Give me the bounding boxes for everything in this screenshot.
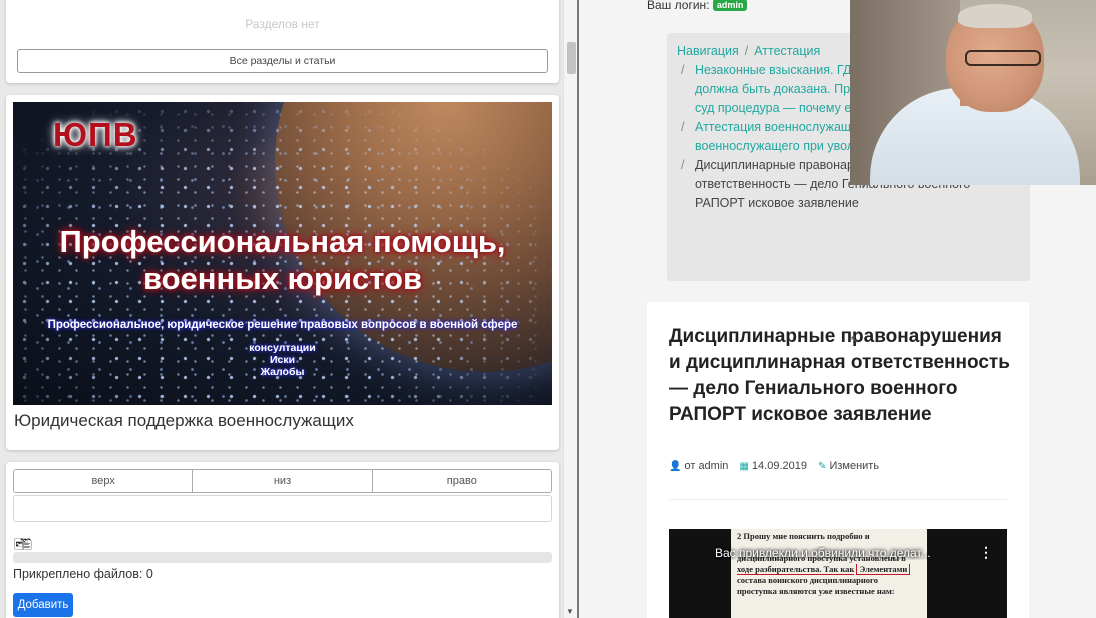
author-group: 👤 от admin	[669, 460, 731, 472]
breadcrumb-separator: /	[681, 158, 685, 172]
article-date: 14.09.2019	[751, 460, 807, 472]
video-title[interactable]: Вас привлекли и обвинили что делат...	[715, 546, 965, 560]
doc-line: 2 Прошу мне пояснить подробно и	[737, 531, 870, 541]
attached-files-count: Прикреплено файлов: 0	[13, 567, 153, 581]
banner-headline: Профессиональная помощь, военных юристов	[13, 223, 552, 297]
doc-line-group: ходе разбирательства. Так как Элементами	[737, 564, 921, 575]
doc-line: ходе разбирательства. Так как	[737, 564, 855, 575]
all-sections-button[interactable]: Все разделы и статьи	[17, 49, 548, 73]
webcam-person-glasses	[965, 50, 1041, 66]
tab-bottom[interactable]: низ	[193, 470, 373, 492]
position-tabs: верх низ право	[13, 469, 552, 493]
banner-headline-line1: Профессиональная помощь,	[59, 224, 506, 259]
breadcrumb-category-link[interactable]: Аттестация	[754, 44, 820, 58]
edit-icon: ✎	[818, 461, 827, 472]
login-label: Ваш логин:	[647, 0, 710, 12]
article-title: Дисциплинарные правонарушения и дисципли…	[669, 326, 1010, 425]
author-prefix: от	[684, 460, 696, 472]
calendar-icon: ▦	[739, 461, 749, 472]
author-name[interactable]: admin	[698, 460, 728, 472]
video-thumbnail-document: 2 Прошу мне пояснить подробно и дисципли…	[731, 529, 927, 618]
banner-list-item: Иски	[269, 354, 296, 366]
upload-text-input[interactable]	[13, 495, 552, 522]
user-icon: 👤	[669, 461, 682, 472]
doc-line-boxed: Элементами	[856, 564, 911, 575]
sections-card: Разделов нет Все разделы и статьи	[6, 0, 559, 83]
tab-top[interactable]: верх	[14, 470, 194, 492]
upload-card: верх низ право 🖻🖺 Прикреплено файлов: 0 …	[6, 462, 559, 618]
webcam-overlay	[850, 0, 1096, 185]
breadcrumb-root-link[interactable]: Навигация	[677, 44, 739, 58]
doc-line: состава воинского дисциплинарного	[737, 575, 878, 585]
breadcrumb-separator: /	[681, 63, 685, 77]
edit-link[interactable]: Изменить	[829, 460, 879, 472]
mouse-cursor-icon: ↖	[850, 334, 860, 346]
login-line: Ваш логин: admin	[647, 0, 748, 12]
scroll-down-arrow-icon[interactable]: ▼	[566, 607, 574, 616]
upload-progress-bar	[13, 552, 552, 563]
article-card: Дисциплинарные правонарушения и дисципли…	[647, 302, 1029, 618]
webcam-person-hair	[958, 4, 1032, 28]
banner-image[interactable]: ЮПВ Профессиональная помощь, военных юри…	[13, 102, 552, 405]
tab-right[interactable]: право	[372, 470, 551, 492]
login-user-badge: admin	[712, 0, 748, 11]
article-meta: 👤 от admin ▦ 14.09.2019 ✎ Изменить	[669, 460, 887, 472]
banner-logo: ЮПВ	[53, 116, 138, 153]
video-embed[interactable]: 2 Прошу мне пояснить подробно и дисципли…	[669, 529, 1007, 618]
banner-caption[interactable]: Юридическая поддержка военнослужащих	[14, 411, 354, 431]
meta-divider	[669, 499, 1007, 500]
banner-list-item: Жалобы	[260, 366, 305, 378]
breadcrumb-separator: /	[681, 120, 685, 134]
edit-group[interactable]: ✎ Изменить	[818, 460, 879, 472]
scrollbar-thumb[interactable]	[567, 42, 576, 74]
left-scrollbar[interactable]: ▼	[563, 0, 577, 618]
banner-list-item: консултации	[249, 342, 316, 354]
banner-subtitle: Профессиональное, юридическое решение пр…	[47, 319, 518, 331]
add-button[interactable]: Добавить	[13, 593, 73, 617]
banner-card: ЮПВ Профессиональная помощь, военных юри…	[6, 95, 559, 450]
date-group: ▦ 14.09.2019	[739, 460, 810, 472]
no-sections-text: Разделов нет	[245, 17, 320, 31]
banner-list: консултации Иски Жалобы	[13, 342, 552, 378]
doc-line: проступка являются уже известные нам:	[737, 586, 895, 596]
left-pane: Разделов нет Все разделы и статьи ЮПВ Пр…	[0, 0, 563, 618]
breadcrumb-separator: /	[744, 44, 749, 58]
more-vertical-icon[interactable]: ⋮	[979, 544, 993, 561]
banner-headline-line2: военных юристов	[142, 261, 423, 296]
